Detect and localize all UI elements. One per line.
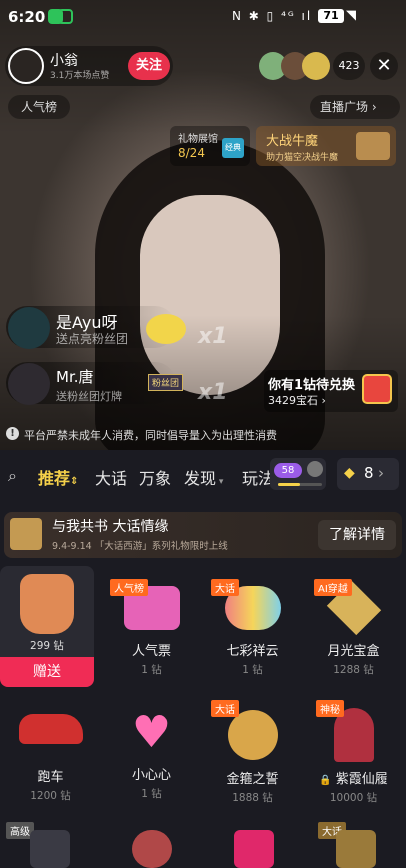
gift-heart-icon xyxy=(146,314,186,344)
lock-icon: 🔒 xyxy=(319,775,332,786)
minor-consumption-notice: 平台严禁未成年人消费，同时倡导量入为出理性消费 xyxy=(24,429,277,442)
message-user-2: Mr.唐 xyxy=(56,368,94,386)
app-icon xyxy=(58,9,73,24)
status-time: 6:20 xyxy=(8,8,46,26)
gift-gallery-tag: 经典 xyxy=(222,138,244,158)
gift-tag: 人气榜 xyxy=(110,579,148,596)
gift-cell-paoche[interactable]: 跑车 1200 钻 xyxy=(0,702,101,803)
message-avatar-1[interactable] xyxy=(8,307,50,349)
gift-name-locked: 🔒 紫霞仙履 xyxy=(319,772,388,787)
wifi-icon: ◥ xyxy=(346,8,356,23)
sports-car-icon xyxy=(18,714,83,744)
fan-badge-icon: 粉丝团 xyxy=(148,374,184,391)
gift-partial-4[interactable] xyxy=(336,830,376,868)
viewer-avatar-3[interactable] xyxy=(302,52,330,80)
gift-tag: AI穿越 xyxy=(314,579,352,596)
exchange-title: 你有1钻待兑换 xyxy=(268,378,356,393)
live-square-button[interactable]: 直播广场 › xyxy=(310,95,400,119)
message-text-2: 送粉丝团灯牌 xyxy=(56,390,122,403)
gift-gallery-title: 礼物展馆 xyxy=(178,134,218,145)
gift-partial-2[interactable] xyxy=(132,830,172,868)
gift-partial-1[interactable] xyxy=(30,830,70,868)
close-icon[interactable]: ✕ xyxy=(370,52,398,80)
message-multiplier-1: x1 xyxy=(198,324,228,349)
treasure-chest-icon xyxy=(362,374,392,404)
search-icon[interactable]: ⌕ xyxy=(8,466,17,486)
level-badge: 58 xyxy=(274,463,302,478)
tab-discover[interactable]: 发现 ▾ xyxy=(184,465,223,489)
follow-button[interactable]: 关注 xyxy=(128,52,170,80)
gift-cell-zixia[interactable]: 🔒 紫霞仙履 10000 钻 xyxy=(303,702,404,805)
gift-cell-xiaoxinxin[interactable]: ♥ 小心心 1 钻 xyxy=(101,702,202,801)
send-button[interactable]: 赠送 xyxy=(0,657,94,687)
gift-partial-3[interactable] xyxy=(234,830,274,868)
status-icons: N ✱ ▯ ⁴ᴳ ıl xyxy=(232,9,313,23)
gift-price: 299 钻 xyxy=(30,640,64,652)
tab-dahua[interactable]: 大话 xyxy=(95,465,127,489)
diamond-icon: ◆ xyxy=(344,465,355,481)
anchor-likes: 3.1万本场点赞 xyxy=(50,71,110,81)
exchange-gems: 3429宝石 › xyxy=(268,394,326,407)
tab-wanxiang[interactable]: 万象 xyxy=(139,465,171,489)
learn-more-button[interactable]: 了解详情 xyxy=(318,520,396,550)
gift-tag: 大话 xyxy=(211,579,239,596)
diamond-count: 8 xyxy=(364,464,374,482)
gift-gallery-progress: 8/24 xyxy=(178,146,205,160)
battle-subtitle: 助力猫空决战牛魔 xyxy=(266,153,339,163)
heart-icon: ♥ xyxy=(131,707,172,758)
level-progress-bar xyxy=(278,483,322,486)
golden-hoop-icon xyxy=(227,710,278,760)
anchor-avatar[interactable] xyxy=(8,48,44,84)
message-text-1: 送点亮粉丝团 xyxy=(56,332,129,346)
battle-banner-icon xyxy=(356,132,390,160)
popularity-rank[interactable]: 人气榜 xyxy=(8,95,70,119)
gift-tag: 大话 xyxy=(211,700,239,717)
viewer-count[interactable]: 423 xyxy=(333,52,365,80)
gift-tag: 神秘 xyxy=(316,700,344,717)
gift-cell-jingu[interactable]: 金箍之誓 1888 钻 xyxy=(202,702,303,805)
anchor-name: 小翁 xyxy=(50,53,78,69)
message-multiplier-2: x1 xyxy=(198,380,228,405)
banner-icon xyxy=(10,518,42,550)
diamond-arrow-icon: › xyxy=(378,464,384,482)
battle-title: 大战牛魔 xyxy=(266,134,319,149)
rank-icon xyxy=(307,461,323,477)
warning-icon: ! xyxy=(6,427,19,440)
gift-hand-icon xyxy=(20,574,74,634)
banner-subtitle: 9.4-9.14 「大话西游」系列礼物限时上线 xyxy=(52,541,228,552)
live-square-label: 直播广场 xyxy=(320,100,369,114)
tab-recommend[interactable]: 推荐⇕ xyxy=(38,465,78,489)
gift-cell-selected[interactable]: 299 钻 赠送 xyxy=(0,566,94,687)
message-avatar-2[interactable] xyxy=(8,363,50,405)
banner-title: 与我共书 大话情缘 xyxy=(52,519,169,535)
battery-indicator: 71 xyxy=(318,9,344,23)
